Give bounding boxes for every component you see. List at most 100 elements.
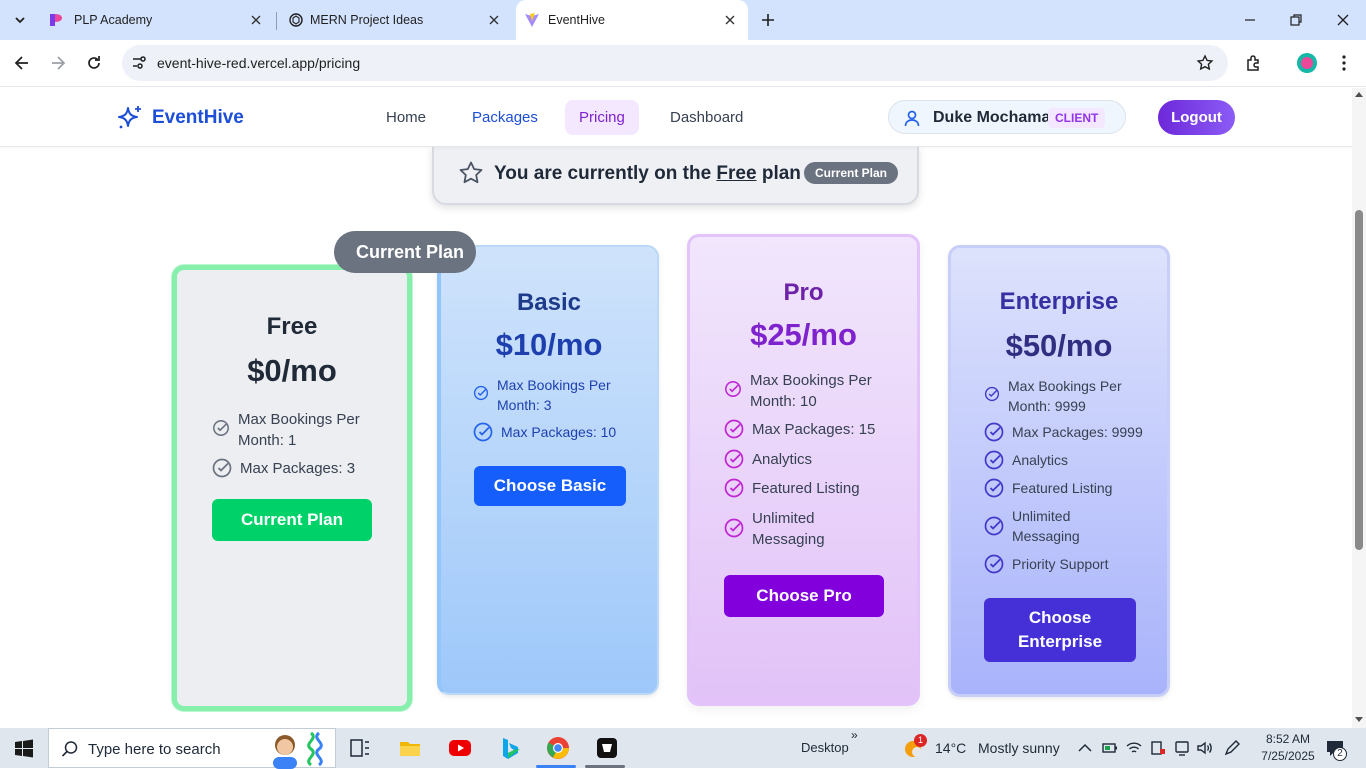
wifi-icon[interactable] (1125, 739, 1143, 757)
file-explorer-icon[interactable] (398, 736, 422, 760)
plan-card-enterprise: Enterprise $50/mo Max Bookings Per Month… (948, 245, 1170, 697)
chatgpt-favicon-icon (289, 13, 303, 27)
current-plan-badge: Current Plan (804, 162, 899, 184)
close-icon[interactable] (248, 12, 264, 28)
nav-link-home[interactable]: Home (372, 100, 440, 135)
plan-feature: Featured Listing (724, 478, 894, 499)
plan-feature-text: Analytics (1012, 452, 1069, 468)
extensions-puzzle-icon[interactable] (1244, 53, 1264, 73)
url-text: event-hive-red.vercel.app/pricing (157, 55, 361, 71)
plan-feature: Max Bookings Per Month: 9999 (984, 376, 1144, 416)
youtube-icon[interactable] (448, 736, 472, 760)
site-settings-icon[interactable] (130, 54, 148, 72)
tab-plp-academy[interactable]: PLP Academy (36, 0, 274, 40)
close-icon[interactable] (722, 12, 738, 28)
plan-price: $0/mo (247, 353, 337, 388)
user-icon (904, 110, 920, 127)
sparkles-icon (118, 106, 141, 129)
windows-start-icon[interactable] (14, 739, 34, 759)
plan-feature-text: Priority Support (1012, 556, 1109, 572)
check-circle-icon (984, 478, 1004, 498)
plan-feature-text: Max Packages: 10 (501, 424, 617, 440)
scrollbar-thumb[interactable] (1355, 210, 1363, 550)
current-plan-button[interactable]: Current Plan (212, 499, 372, 541)
plan-feature-text: Max Bookings Per Month: 10 (750, 372, 872, 410)
plan-feature: Featured Listing (984, 478, 1154, 499)
desktop-toolbar-label[interactable]: Desktop (801, 740, 849, 755)
user-name: Duke Mochama (933, 109, 1051, 126)
check-circle-icon (213, 420, 229, 436)
battery-icon[interactable] (1101, 740, 1119, 756)
page-viewport: EventHive Home Packages Pricing Dashboar… (0, 88, 1352, 728)
nav-link-dashboard[interactable]: Dashboard (656, 100, 757, 135)
device-icon[interactable] (1173, 739, 1191, 757)
volume-icon[interactable] (1196, 739, 1214, 757)
taskbar-search-field[interactable]: Type here to search (48, 728, 336, 769)
weather-description[interactable]: Mostly sunny (978, 740, 1060, 756)
logout-button[interactable]: Logout (1158, 100, 1235, 135)
back-arrow-icon[interactable] (12, 53, 32, 73)
check-circle-icon (212, 458, 232, 478)
url-field[interactable]: event-hive-red.vercel.app/pricing (122, 45, 1228, 81)
plan-feature: Unlimited Messaging (724, 508, 864, 550)
check-circle-icon (984, 554, 1004, 574)
nav-link-packages[interactable]: Packages (458, 100, 552, 135)
power-plug-icon[interactable] (1149, 739, 1167, 757)
banner-suffix: plan (756, 163, 801, 184)
clock-date[interactable]: 7/25/2025 (1251, 749, 1325, 763)
check-circle-icon (724, 518, 744, 538)
scroll-down-arrow-icon[interactable] (1355, 717, 1363, 722)
bing-icon[interactable] (498, 736, 522, 760)
brand-logo[interactable]: EventHive (116, 104, 244, 132)
page-scrollbar[interactable] (1352, 88, 1366, 728)
close-icon[interactable] (486, 12, 502, 28)
toolbar-expand-chevron-icon[interactable]: » (851, 728, 858, 742)
chrome-icon[interactable] (546, 736, 570, 760)
nav-link-pricing[interactable]: Pricing (565, 100, 639, 135)
show-hidden-icons-chevron-icon[interactable] (1076, 739, 1094, 757)
check-circle-icon (984, 450, 1004, 470)
star-icon (459, 161, 483, 184)
plan-price: $25/mo (750, 317, 857, 352)
check-circle-icon (725, 381, 741, 397)
check-circle-icon (984, 422, 1004, 442)
forward-arrow-icon[interactable] (48, 53, 68, 73)
reload-icon[interactable] (84, 53, 104, 73)
plan-card-free: Free $0/mo Max Bookings Per Month: 1 Max… (172, 265, 412, 711)
more-options-icon[interactable] (1334, 53, 1354, 73)
task-view-icon[interactable] (348, 736, 372, 760)
window-close-icon[interactable] (1333, 10, 1353, 30)
terminal-app-icon[interactable] (595, 736, 619, 760)
restore-icon[interactable] (1286, 10, 1306, 30)
tab-eventhive[interactable]: EventHive (516, 0, 748, 40)
banner-prefix: You are currently on the (494, 163, 717, 184)
tab-search-button[interactable] (6, 6, 34, 34)
clock-time[interactable]: 8:52 AM (1258, 732, 1318, 746)
tab-mern-ideas[interactable]: MERN Project Ideas (276, 0, 512, 40)
check-circle-icon (473, 422, 493, 442)
chevron-down-icon (15, 17, 25, 24)
pen-icon[interactable] (1223, 739, 1241, 757)
new-tab-plus-icon[interactable] (758, 10, 778, 30)
profile-avatar-icon[interactable] (1297, 53, 1317, 73)
plan-feature-text: Max Bookings Per Month: 1 (238, 411, 360, 449)
user-profile-pill[interactable]: Duke Mochama CLIENT (888, 100, 1126, 134)
plan-feature: Analytics (724, 449, 894, 470)
plan-name: Basic (516, 289, 582, 316)
plan-feature-text: Unlimited Messaging (1012, 508, 1080, 544)
minimize-icon[interactable] (1240, 10, 1260, 30)
brand-name: EventHive (152, 107, 244, 128)
plan-feature: Max Bookings Per Month: 1 (212, 409, 372, 451)
plan-price: $10/mo (495, 327, 603, 362)
choose-enterprise-button[interactable]: Choose Enterprise (984, 598, 1136, 662)
choose-basic-button[interactable]: Choose Basic (474, 466, 626, 506)
check-circle-icon (473, 385, 489, 401)
bookmark-star-icon[interactable] (1196, 54, 1214, 72)
banner-text: You are currently on the Free plan (494, 163, 801, 185)
choose-pro-button[interactable]: Choose Pro (724, 575, 884, 617)
scroll-up-arrow-icon[interactable] (1355, 92, 1363, 97)
plan-feature: Analytics (984, 450, 1154, 471)
plan-feature: Max Bookings Per Month: 3 (473, 375, 633, 415)
plan-feature: Max Packages: 15 (724, 419, 894, 440)
weather-temperature[interactable]: 14°C (935, 740, 966, 756)
